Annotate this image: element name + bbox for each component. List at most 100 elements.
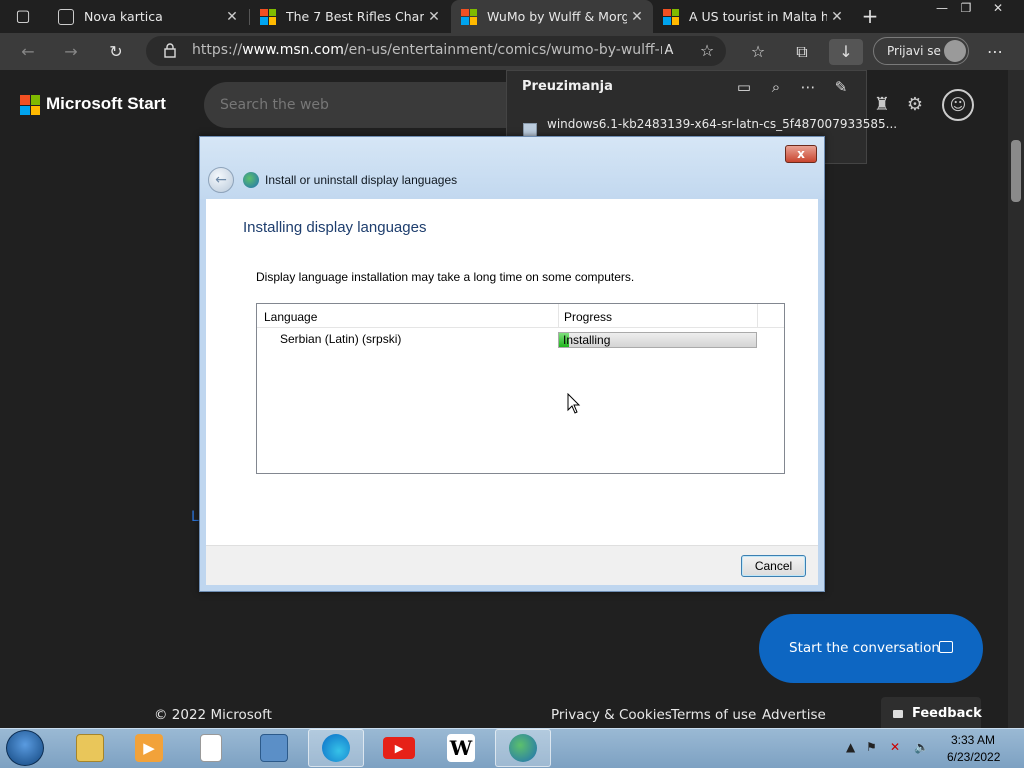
tab-actions-icon[interactable]: ▢ [10, 3, 36, 29]
dialog-title: Install or uninstall display languages [265, 173, 458, 187]
language-name[interactable]: Serbian (Latin) (srpski) [280, 332, 401, 346]
taskbar-edge[interactable] [308, 729, 364, 767]
feedback-button[interactable]: Feedback [881, 697, 982, 728]
progress-status: Installing [563, 333, 611, 347]
youtube-icon: ▶ [383, 737, 415, 759]
file-icon [523, 123, 537, 137]
favorites-icon[interactable]: ☆ [745, 39, 771, 65]
open-folder-icon[interactable]: ▭ [734, 77, 754, 97]
profile-avatar-icon [944, 40, 966, 62]
tab-title: WuMo by Wulff & Morge [487, 9, 627, 24]
refresh-icon[interactable]: ↻ [103, 39, 129, 65]
volume-icon[interactable]: 🔈 [914, 740, 929, 754]
forward-arrow-icon[interactable]: → [58, 39, 84, 65]
site-brand[interactable]: Microsoft Start [46, 94, 166, 114]
dialog-content: Installing display languages Display lan… [206, 199, 818, 545]
sign-in-button[interactable]: Prijavi se [873, 37, 969, 65]
tab-new-tab[interactable]: Nova kartica ✕ [48, 0, 248, 33]
page-link-fragment[interactable]: L [191, 509, 199, 525]
window-close-icon[interactable]: ✕ [984, 0, 1012, 18]
show-hidden-icons-icon[interactable]: ▲ [846, 740, 855, 754]
chat-bubble-icon [939, 641, 953, 653]
close-tab-icon[interactable]: ✕ [424, 9, 444, 25]
control-panel-icon [260, 734, 288, 762]
read-aloud-icon[interactable]: A [656, 38, 682, 64]
tab-strip: ▢ Nova kartica ✕ The 7 Best Rifles Chamb… [0, 0, 1024, 33]
add-favorite-icon[interactable]: ☆ [694, 38, 720, 64]
column-header-language[interactable]: Language [264, 310, 317, 324]
feedback-icon [893, 710, 903, 718]
taskbar-media-player[interactable]: ▶ [121, 729, 177, 767]
collections-icon[interactable]: ⧉ [789, 39, 815, 65]
footer-link-privacy[interactable]: Privacy & Cookies [551, 707, 672, 723]
taskbar-control-panel[interactable] [246, 729, 302, 767]
web-search-input[interactable]: Search the web [204, 82, 534, 128]
downloads-icon[interactable]: ↓ [829, 39, 863, 65]
wikipedia-icon: W [447, 734, 475, 762]
sign-in-label: Prijavi se [887, 44, 941, 58]
network-icon[interactable]: ✕ [890, 740, 900, 754]
new-tab-icon [58, 8, 74, 25]
language-globe-icon [243, 172, 259, 188]
url-prefix: https:// [192, 42, 243, 58]
folder-icon [76, 734, 104, 762]
download-file-name[interactable]: windows6.1-kb2483139-x64-sr-latn-cs_5f48… [547, 117, 897, 131]
tab-rifles[interactable]: The 7 Best Rifles Chambe ✕ [250, 0, 450, 33]
close-tab-icon[interactable]: ✕ [627, 9, 647, 25]
taskbar-youtube[interactable]: ▶ [371, 729, 427, 767]
address-bar[interactable]: https://www.msn.com/en-us/entertainment/… [146, 36, 726, 66]
tab-title: A US tourist in Malta has [689, 9, 827, 24]
clock-time[interactable]: 3:33 AM [951, 733, 995, 747]
tab-title: The 7 Best Rifles Chambe [286, 9, 424, 24]
more-menu-icon[interactable]: ⋯ [982, 39, 1008, 65]
downloads-title: Preuzimanja [522, 79, 613, 94]
document-icon [200, 734, 222, 762]
dialog-heading: Installing display languages [243, 219, 427, 236]
tab-malta[interactable]: A US tourist in Malta has ✕ [653, 0, 853, 33]
pin-icon[interactable]: ✎ [831, 77, 851, 97]
rewards-icon[interactable]: ♜ [870, 93, 894, 117]
url-text: https://www.msn.com/en-us/entertainment/… [192, 42, 662, 58]
media-player-icon: ▶ [135, 734, 163, 762]
more-options-icon[interactable]: ⋯ [798, 77, 818, 97]
url-domain: www.msn.com [242, 42, 344, 58]
taskbar-notepad[interactable] [183, 729, 239, 767]
close-tab-icon[interactable]: ✕ [827, 9, 847, 25]
action-center-icon[interactable]: ⚑ [866, 740, 877, 754]
tab-title: Nova kartica [84, 9, 163, 24]
tab-wumo[interactable]: WuMo by Wulff & Morge ✕ [451, 0, 653, 33]
dialog-close-button[interactable]: x [785, 145, 817, 163]
start-button-icon[interactable] [6, 730, 44, 766]
microsoft-logo-icon[interactable] [20, 95, 40, 115]
lock-icon [164, 43, 176, 58]
column-header-progress[interactable]: Progress [564, 310, 612, 324]
back-arrow-icon[interactable]: ← [15, 39, 41, 65]
close-tab-icon[interactable]: ✕ [222, 9, 242, 25]
edge-browser-icon [322, 734, 350, 762]
settings-gear-icon[interactable]: ⚙ [903, 93, 927, 117]
install-progress-bar: Installing [558, 332, 757, 348]
url-path: /en-us/entertainment/comics/wumo-by-wulf… [343, 42, 662, 58]
mouse-cursor-icon [567, 393, 581, 414]
footer-copyright: © 2022 Microsoft [154, 707, 272, 723]
language-list[interactable]: Language Progress Serbian (Latin) (srpsk… [256, 303, 785, 474]
start-conversation-button[interactable]: Start the conversation [759, 614, 983, 683]
back-arrow-icon[interactable]: ← [208, 167, 234, 193]
dialog-footer: Cancel [206, 545, 818, 585]
account-icon[interactable]: ☺ [942, 89, 974, 121]
clock-date[interactable]: 6/23/2022 [947, 750, 1000, 764]
list-header: Language Progress [257, 304, 784, 328]
footer-link-advertise[interactable]: Advertise [762, 707, 826, 723]
dialog-titlebar [200, 137, 824, 199]
footer-link-terms[interactable]: Terms of use [671, 707, 756, 723]
language-globe-icon [509, 734, 537, 762]
scrollbar-thumb[interactable] [1011, 140, 1021, 202]
restore-icon[interactable]: ❐ [952, 0, 980, 18]
taskbar-wikipedia[interactable]: W [433, 729, 489, 767]
taskbar-language-installer[interactable] [495, 729, 551, 767]
search-icon[interactable]: ⌕ [766, 77, 786, 97]
cancel-button[interactable]: Cancel [741, 555, 806, 577]
taskbar-explorer[interactable] [62, 729, 118, 767]
new-tab-plus-icon[interactable]: + [857, 3, 883, 29]
dialog-description: Display language installation may take a… [256, 270, 635, 284]
